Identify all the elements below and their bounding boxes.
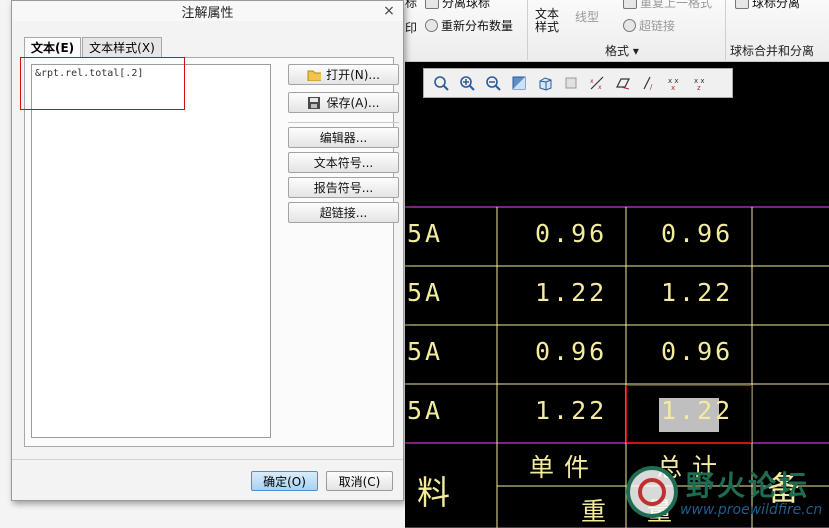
header-material: 料 — [417, 473, 460, 512]
separate-balloon-button[interactable]: 分离球标 — [425, 0, 490, 11]
repeat-icon — [623, 0, 637, 9]
group-label-balloon: 球标合并和分离 — [730, 44, 815, 58]
forum-watermark: 野火论坛 www.proewildfire.cn — [620, 460, 828, 524]
repeat-last-format-button[interactable]: 重复上一格式 — [623, 0, 712, 11]
hyperlink-ribbon-button[interactable]: 超链接 — [623, 17, 675, 34]
forum-logo-icon — [626, 466, 678, 518]
tab-text-style[interactable]: 文本样式(X) — [82, 37, 162, 58]
hyperlink-button[interactable]: 超链接... — [288, 202, 399, 223]
save-button[interactable]: 保存(A)... — [288, 92, 399, 113]
folder-icon — [307, 70, 322, 81]
table-cell-total-weight: 0.96 — [661, 337, 734, 366]
ribbon-separator — [725, 0, 726, 60]
redistribute-qty-button[interactable]: 重新分布数量 — [425, 17, 513, 34]
editor-button[interactable]: 编辑器... — [288, 127, 399, 148]
close-icon[interactable]: × — [381, 2, 397, 20]
group-label-format[interactable]: 格式 ▾ — [605, 42, 639, 59]
table-cell-left: 5A — [407, 219, 444, 248]
merge-icon — [735, 0, 749, 9]
balloon-icon — [425, 0, 439, 9]
tab-bar: 文本(E) 文本样式(X) — [24, 37, 163, 59]
table-cell-left: 5A — [407, 337, 444, 366]
report-symbol-button[interactable]: 报告符号... — [288, 177, 399, 198]
ribbon-left-clip-2: 印 — [405, 21, 418, 35]
hyperlink-icon — [623, 19, 636, 32]
table-grid — [405, 206, 829, 528]
table-cell-unit-weight: 1.22 — [535, 278, 608, 307]
ribbon-left-clip: 标 — [405, 0, 418, 10]
ribbon-toolbar: 标 印 分离球标 重新分布数量 文本 样式 线型 重复上一格式 超链接 球标分离 … — [405, 0, 829, 62]
tab-panel-text: 打开(N)... 保存(A)... 编辑器... 文本符号... 报告符号...… — [20, 57, 399, 447]
table-cell-left: 5A — [407, 396, 444, 425]
table-cell-unit-weight: 0.96 — [535, 219, 608, 248]
ribbon-separator — [527, 0, 528, 60]
floppy-disk-icon — [308, 97, 321, 109]
watermark-url: www.proewildfire.cn — [680, 502, 823, 518]
watermark-text: 野火论坛 — [686, 469, 811, 502]
ok-button[interactable]: 确定(O) — [251, 471, 318, 491]
button-separator — [288, 122, 399, 123]
table-cell-total-weight: 1.22 — [661, 278, 734, 307]
selection-highlight-box — [626, 385, 752, 443]
table-cell-left: 5A — [407, 278, 444, 307]
cancel-button[interactable]: 取消(C) — [326, 471, 393, 491]
annotation-properties-dialog: 注解属性 × 文本(E) 文本样式(X) 打开(N)... 保存(A)... 编… — [11, 0, 404, 501]
header-weight-a: 重 — [581, 497, 617, 526]
balloon-merge-button[interactable]: 球标分离 — [735, 0, 800, 11]
annotation-text-input[interactable] — [31, 64, 271, 438]
table-cell-unit-weight: 0.96 — [535, 337, 608, 366]
line-style-button[interactable]: 线型 — [575, 8, 599, 25]
dialog-title: 注解属性 — [12, 1, 403, 21]
tab-text[interactable]: 文本(E) — [24, 37, 82, 59]
table-cell-unit-weight: 1.22 — [535, 396, 608, 425]
text-symbol-button[interactable]: 文本符号... — [288, 152, 399, 173]
header-unit-piece: 单件 — [529, 453, 600, 482]
drawing-canvas[interactable]: xx / x xx x xz 5A 0.96 0.96 5A 1.22 1.22… — [405, 62, 829, 528]
redistribute-icon — [425, 19, 438, 32]
table-cell-total-weight: 0.96 — [661, 219, 734, 248]
footer-separator — [12, 459, 403, 460]
text-style-button[interactable]: 文本 样式 — [535, 8, 559, 34]
open-button[interactable]: 打开(N)... — [288, 64, 399, 85]
